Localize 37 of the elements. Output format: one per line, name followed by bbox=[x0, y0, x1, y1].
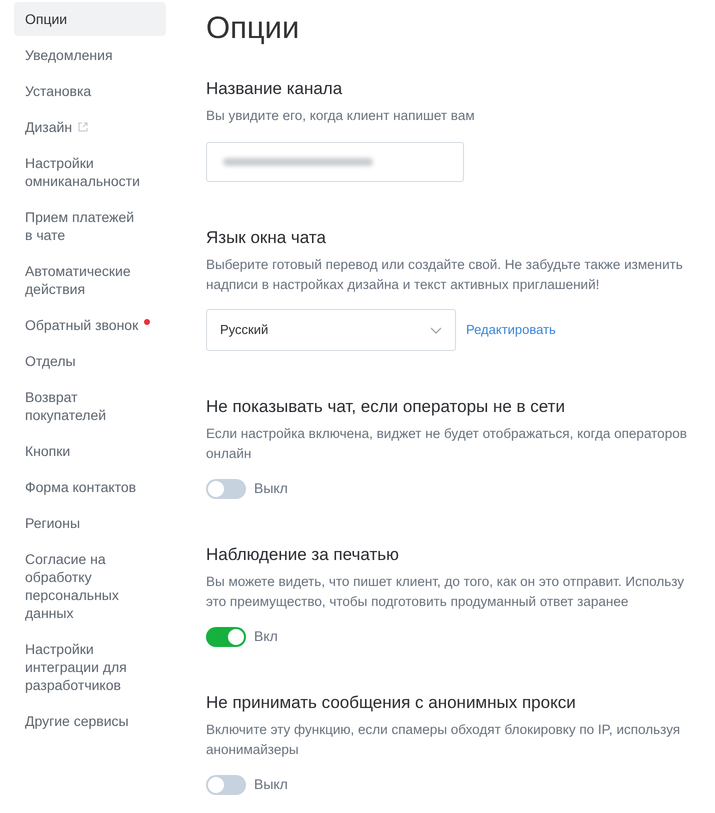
sidebar-item[interactable]: Опции bbox=[14, 2, 166, 36]
sidebar-item[interactable]: Настройки омниканальности bbox=[14, 146, 166, 198]
page-title: Опции bbox=[206, 10, 300, 46]
sidebar-item[interactable]: Автоматические действия bbox=[14, 254, 166, 306]
sidebar-item[interactable]: Прием платежей в чате bbox=[14, 200, 166, 252]
toggle-state-label: Вкл bbox=[254, 627, 278, 646]
section-description: Вы можете видеть, что пишет клиент, до того, как он это отправит. Использу это преимущество, чтобы подготовить продуманный ответ заранее bbox=[206, 573, 686, 611]
chevron-down-icon bbox=[430, 326, 442, 334]
toggle-switch[interactable] bbox=[206, 774, 246, 794]
edit-link[interactable]: Редактировать bbox=[466, 320, 556, 340]
language-select[interactable]: Русский bbox=[206, 309, 456, 351]
section-title: Наблюдение за печатью bbox=[206, 544, 400, 566]
section-title: Не показывать чат, если операторы не в сети bbox=[206, 396, 566, 418]
sidebar-item[interactable]: Форма контактов bbox=[14, 470, 166, 504]
input-field[interactable] bbox=[206, 142, 464, 182]
sidebar-item[interactable]: Обратный звонок bbox=[14, 308, 166, 342]
section-title: Не принимать сообщения с анонимных прокси bbox=[206, 692, 577, 714]
section-description: Выберите готовый перевод или создайте свой. Не забудьте также изменить надписи в настройках дизайна и текст активных приглашений! bbox=[206, 256, 684, 294]
toggle-state-label: Выкл bbox=[254, 775, 288, 794]
sidebar-item[interactable]: Другие сервисы bbox=[14, 704, 166, 738]
toggle-switch[interactable] bbox=[206, 626, 246, 646]
sidebar-item[interactable]: Отделы bbox=[14, 344, 166, 378]
section-description: Вы увидите его, когда клиент напишет вам bbox=[206, 107, 476, 125]
toggle-state-label: Выкл bbox=[254, 479, 288, 498]
sidebar-item[interactable]: Дизайн bbox=[14, 110, 166, 144]
section-description: Включите эту функцию, если спамеры обходят блокировку по IP, используя анонимайзеры bbox=[206, 721, 682, 759]
section-description: Если настройка включена, виджет не будет отображаться, когда операторов онлайн bbox=[206, 425, 688, 463]
sidebar-item[interactable]: Возврат покупателей bbox=[14, 380, 166, 432]
sidebar-item[interactable]: Установка bbox=[14, 74, 166, 108]
sidebar-item[interactable]: Настройки интеграции для разработчиков bbox=[14, 632, 166, 702]
section-title: Язык окна чата bbox=[206, 227, 327, 249]
sidebar-item[interactable]: Согласие на обработку персональных данных bbox=[14, 542, 166, 630]
sidebar-item[interactable]: Уведомления bbox=[14, 38, 166, 72]
sidebar-item[interactable]: Регионы bbox=[14, 506, 166, 540]
sidebar-item[interactable]: Кнопки bbox=[14, 434, 166, 468]
section-title: Название канала bbox=[206, 78, 344, 100]
toggle-switch[interactable] bbox=[206, 478, 246, 498]
